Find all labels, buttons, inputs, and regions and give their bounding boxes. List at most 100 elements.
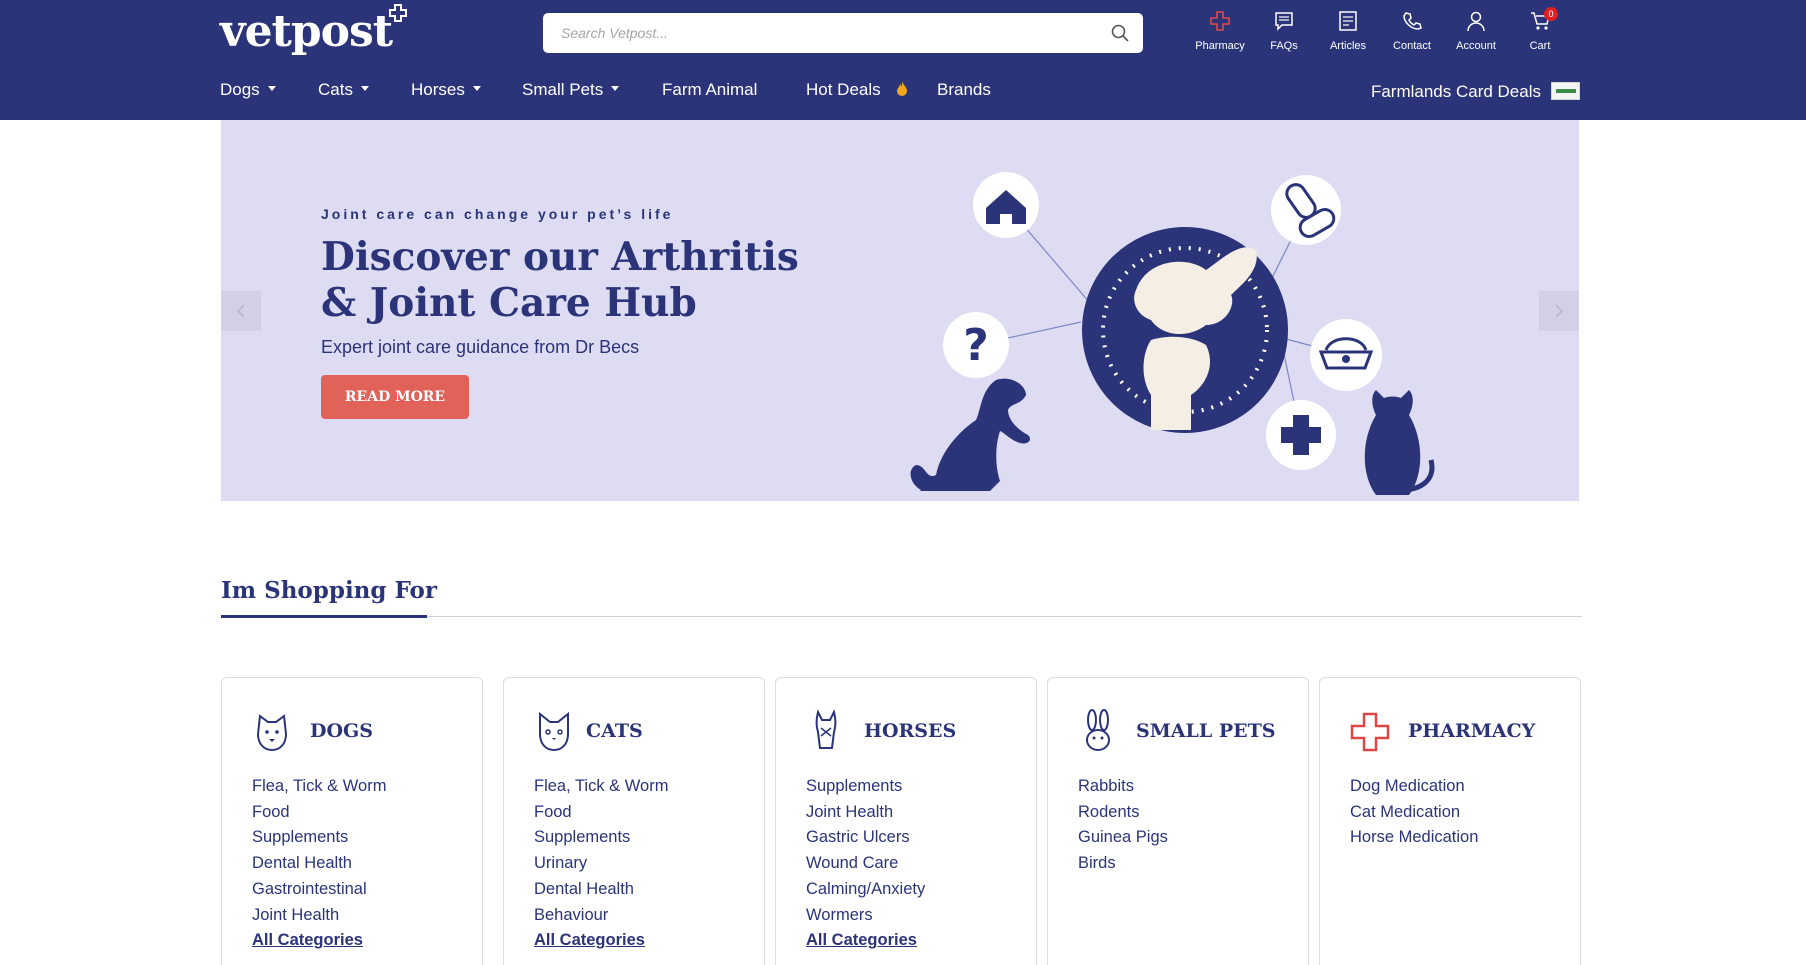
card-header[interactable]: HORSES [806, 708, 1026, 752]
nav-item-farm-animal[interactable]: Farm Animal [662, 80, 757, 100]
logo[interactable]: vetpost [220, 6, 393, 57]
category-link[interactable]: Supplements [806, 774, 925, 800]
phone-icon [1403, 12, 1422, 30]
category-link[interactable]: Food [534, 800, 668, 826]
nav-item-brands[interactable]: Brands [937, 80, 991, 100]
category-link[interactable]: Supplements [252, 825, 386, 851]
cat-silhouette [1364, 390, 1435, 495]
farmlands-label: Farmlands Card Deals [1370, 82, 1541, 101]
nav-label: Small Pets [522, 80, 604, 99]
category-link[interactable]: Joint Health [252, 903, 386, 929]
category-link[interactable]: Horse Medication [1350, 825, 1478, 851]
cart-link[interactable]: 0 Cart [1508, 7, 1572, 60]
faqs-link[interactable]: FAQs [1252, 10, 1316, 60]
nav-item-dogs[interactable]: Dogs [220, 80, 276, 100]
cat-icon [539, 711, 569, 752]
articles-icon [1339, 11, 1357, 31]
pharmacy-label: Pharmacy [1195, 40, 1245, 52]
dog-icon [256, 714, 288, 752]
nav-item-cats[interactable]: Cats [318, 80, 369, 100]
read-more-button[interactable]: READ MORE [321, 375, 469, 419]
all-categories-link[interactable]: All Categories [806, 928, 925, 954]
carousel-next-button[interactable] [1539, 291, 1579, 331]
category-link[interactable]: Joint Health [806, 800, 925, 826]
contact-link[interactable]: Contact [1380, 10, 1444, 60]
hero-title: Discover our Arthritis & Joint Care Hub [321, 234, 799, 326]
all-categories-link[interactable]: All Categories [534, 928, 668, 954]
category-card-dogs: DOGS Flea, Tick & Worm Food Supplements … [221, 677, 483, 965]
category-link[interactable]: Gastrointestinal [252, 877, 386, 903]
category-link[interactable]: Wound Care [806, 851, 925, 877]
card-header[interactable]: SMALL PETS [1078, 708, 1298, 752]
header-icon-bar: Pharmacy FAQs Articles Contact Account 0… [1188, 7, 1568, 60]
card-title: PHARMACY [1408, 720, 1536, 742]
category-link[interactable]: Flea, Tick & Worm [252, 774, 386, 800]
category-link[interactable]: Rodents [1078, 800, 1168, 826]
category-link[interactable]: Supplements [534, 825, 668, 851]
nav-label: Farm Animal [662, 80, 758, 99]
food-bowl-icon [1310, 319, 1382, 391]
category-card-pharmacy: PHARMACY Dog Medication Cat Medication H… [1319, 677, 1581, 965]
cart-count-badge: 0 [1544, 7, 1558, 21]
articles-link[interactable]: Articles [1316, 10, 1380, 60]
pharmacy-link[interactable]: Pharmacy [1188, 10, 1252, 60]
category-links: Flea, Tick & Worm Food Supplements Denta… [252, 774, 386, 954]
category-link[interactable]: Cat Medication [1350, 800, 1478, 826]
nav-label: Cats [318, 80, 353, 99]
hero-banner: Joint care can change your pet’s life Di… [221, 120, 1579, 501]
category-cards: DOGS Flea, Tick & Worm Food Supplements … [221, 677, 1583, 965]
category-link[interactable]: Dental Health [252, 851, 386, 877]
card-title: SMALL PETS [1136, 720, 1276, 742]
caret-down-icon [267, 86, 276, 92]
category-link[interactable]: Behaviour [534, 903, 668, 929]
flame-icon [897, 80, 908, 96]
chevron-right-icon [1555, 304, 1564, 318]
account-label: Account [1456, 40, 1496, 52]
search-bar [543, 13, 1143, 53]
category-link[interactable]: Birds [1078, 851, 1168, 877]
articles-label: Articles [1329, 40, 1367, 52]
category-card-horses: HORSES Supplements Joint Health Gastric … [775, 677, 1037, 965]
card-title: DOGS [310, 720, 373, 742]
card-header[interactable]: PHARMACY [1350, 708, 1570, 752]
nav-item-small-pets[interactable]: Small Pets [522, 80, 620, 100]
category-link[interactable]: Urinary [534, 851, 668, 877]
pills-icon [1271, 175, 1341, 245]
category-link[interactable]: Gastric Ulcers [806, 825, 925, 851]
category-link[interactable]: Food [252, 800, 386, 826]
search-icon[interactable] [1111, 24, 1129, 42]
account-link[interactable]: Account [1444, 10, 1508, 60]
card-header[interactable]: CATS [534, 708, 754, 752]
all-categories-link[interactable]: All Categories [252, 928, 386, 954]
category-links: Dog Medication Cat Medication Horse Medi… [1350, 774, 1478, 851]
nav-item-hot-deals[interactable]: Hot Deals [806, 80, 909, 100]
question-icon: ? [943, 312, 1009, 378]
faqs-label: FAQs [1270, 40, 1298, 52]
search-input[interactable] [561, 13, 1101, 53]
hero-kicker: Joint care can change your pet’s life [321, 206, 674, 222]
pharmacy-cross-icon [1350, 712, 1390, 752]
card-header[interactable]: DOGS [252, 708, 472, 752]
nav-item-horses[interactable]: Horses [411, 80, 481, 100]
caret-down-icon [360, 86, 369, 92]
category-link[interactable]: Wormers [806, 903, 925, 929]
logo-plus-icon [389, 4, 407, 22]
carousel-prev-button[interactable] [221, 291, 261, 331]
nav-label: Horses [411, 80, 465, 99]
house-icon [973, 172, 1039, 238]
user-icon [1467, 11, 1485, 32]
card-title: CATS [586, 720, 643, 742]
caret-down-icon [611, 86, 620, 92]
category-link[interactable]: Flea, Tick & Worm [534, 774, 668, 800]
nav-label: Dogs [220, 80, 260, 99]
category-link[interactable]: Rabbits [1078, 774, 1168, 800]
category-link[interactable]: Calming/Anxiety [806, 877, 925, 903]
category-link[interactable]: Guinea Pigs [1078, 825, 1168, 851]
category-link[interactable]: Dental Health [534, 877, 668, 903]
medical-cross-icon [1266, 400, 1336, 470]
farmlands-card-deals-link[interactable]: Farmlands Card Deals [1370, 81, 1580, 102]
category-link[interactable]: Dog Medication [1350, 774, 1478, 800]
contact-label: Contact [1393, 40, 1431, 52]
category-links: Rabbits Rodents Guinea Pigs Birds [1078, 774, 1168, 877]
chevron-left-icon [236, 304, 245, 318]
